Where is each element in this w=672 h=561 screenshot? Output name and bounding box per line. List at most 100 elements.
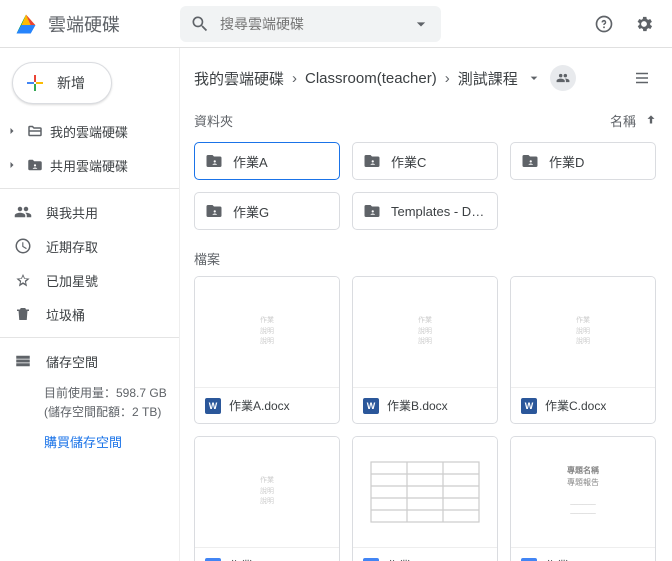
gear-icon — [634, 14, 654, 34]
section-label: 資料夾 — [194, 111, 233, 130]
folder-icon — [205, 152, 223, 170]
file-grid: 作業說明說明 W 作業A.docx 作業說明說明 W 作業B.docx 作業說明說明 W 作業C… — [194, 276, 658, 561]
storage-quota: (儲存空間配額：2 TB) — [44, 403, 179, 422]
sidebar-item-my-drive[interactable]: 我的雲端硬碟 — [0, 114, 169, 148]
file-item[interactable]: 專題名稱專題報告──────────── ≡ 作業G — [510, 436, 656, 561]
folder-grid: 作業A 作業C 作業D 作業G Templates - DO NOT... — [194, 142, 658, 230]
plus-icon — [23, 71, 47, 95]
file-item[interactable]: ≡ 作業E — [352, 436, 498, 561]
sidebar-item-trash[interactable]: 垃圾桶 — [0, 297, 169, 331]
file-thumbnail — [353, 437, 497, 547]
breadcrumb-item[interactable]: 我的雲端硬碟 — [194, 68, 284, 89]
file-name: 作業G — [545, 557, 578, 561]
word-icon: W — [521, 398, 537, 414]
word-icon: W — [205, 398, 221, 414]
file-label-bar: ≡ 作業E — [353, 547, 497, 561]
file-name: 作業C.docx — [545, 397, 606, 414]
sidebar-item-label: 與我共用 — [46, 203, 98, 222]
file-label-bar: W 作業B.docx — [353, 387, 497, 423]
sidebar-item-shared-drives[interactable]: 共用雲端硬碟 — [0, 148, 169, 182]
logo[interactable]: 雲端硬碟 — [12, 10, 172, 38]
folder-icon — [363, 202, 381, 220]
folder-item[interactable]: 作業A — [194, 142, 340, 180]
folder-name: 作業G — [233, 202, 329, 221]
content-area: 我的雲端硬碟 › Classroom(teacher) › 測試課程 資料夾 名… — [180, 48, 672, 561]
word-icon: W — [363, 398, 379, 414]
section-label: 檔案 — [194, 249, 220, 268]
arrow-up-icon — [644, 113, 658, 127]
people-icon — [14, 203, 32, 221]
help-button[interactable] — [588, 8, 620, 40]
file-item[interactable]: 作業說明說明W作業C.docx — [510, 276, 656, 424]
folder-item[interactable]: 作業D — [510, 142, 656, 180]
sidebar-item-recent[interactable]: 近期存取 — [0, 229, 169, 263]
sidebar-item-storage[interactable]: 儲存空間 — [0, 344, 169, 378]
file-thumbnail: 作業說明說明 — [195, 437, 339, 547]
search-icon — [190, 14, 210, 34]
breadcrumb-item[interactable]: Classroom(teacher) — [305, 70, 437, 87]
product-name: 雲端硬碟 — [48, 11, 120, 37]
folder-name: 作業C — [391, 152, 487, 171]
file-item[interactable]: 作業說明說明 ≡ 作業D — [194, 436, 340, 561]
folder-icon — [363, 152, 381, 170]
people-icon — [556, 71, 570, 85]
app-header: 雲端硬碟 — [0, 0, 672, 48]
clock-icon — [14, 237, 32, 255]
file-thumbnail: 作業說明說明 — [195, 277, 339, 387]
file-name: 作業A.docx — [229, 397, 290, 414]
search-input[interactable] — [220, 16, 401, 32]
breadcrumb-item[interactable]: 測試課程 — [458, 68, 518, 89]
sidebar: 新增 我的雲端硬碟 共用雲端硬碟 與我共用 近期存取 已加星號 垃圾桶 — [0, 48, 180, 561]
new-button[interactable]: 新增 — [12, 62, 112, 104]
sort-label: 名稱 — [610, 111, 636, 130]
file-thumbnail: 作業說明說明 — [353, 277, 497, 387]
folder-icon — [205, 202, 223, 220]
file-name: 作業B.docx — [387, 397, 448, 414]
file-name: 作業E — [387, 557, 419, 561]
folder-item[interactable]: 作業G — [194, 192, 340, 230]
settings-button[interactable] — [628, 8, 660, 40]
sidebar-item-label: 我的雲端硬碟 — [50, 122, 128, 141]
help-icon — [594, 14, 614, 34]
file-label-bar: ≡ 作業G — [511, 547, 655, 561]
gdoc-icon: ≡ — [205, 558, 221, 561]
trash-icon — [14, 305, 32, 323]
file-name: 作業D — [229, 557, 262, 561]
file-item[interactable]: 作業說明說明 W 作業A.docx — [194, 276, 340, 424]
sidebar-item-label: 已加星號 — [46, 271, 98, 290]
caret-down-icon[interactable] — [526, 70, 542, 86]
sidebar-item-shared-with-me[interactable]: 與我共用 — [0, 195, 169, 229]
sidebar-item-label: 垃圾桶 — [46, 305, 85, 324]
sidebar-item-label: 近期存取 — [46, 237, 98, 256]
folder-icon — [521, 152, 539, 170]
view-toggle-button[interactable] — [626, 62, 658, 94]
storage-info: 目前使用量：598.7 GB (儲存空間配額：2 TB) — [0, 378, 179, 422]
search-bar[interactable] — [180, 6, 441, 42]
chevron-right-icon — [4, 125, 20, 137]
chevron-right-icon: › — [292, 70, 297, 87]
caret-down-icon[interactable] — [411, 14, 431, 34]
drive-icon — [12, 10, 40, 38]
folder-name: Templates - DO NOT... — [391, 204, 487, 219]
gdoc-icon: ≡ — [521, 558, 537, 561]
new-button-label: 新增 — [57, 73, 85, 93]
list-view-icon — [633, 69, 651, 87]
folder-name: 作業A — [233, 152, 329, 171]
file-label-bar: W 作業A.docx — [195, 387, 339, 423]
folder-item[interactable]: Templates - DO NOT... — [352, 192, 498, 230]
folder-name: 作業D — [549, 152, 645, 171]
file-item[interactable]: 作業說明說明 W 作業B.docx — [352, 276, 498, 424]
breadcrumb: 我的雲端硬碟 › Classroom(teacher) › 測試課程 — [194, 58, 658, 98]
file-thumbnail: 專題名稱專題報告──────────── — [511, 437, 655, 547]
sort-button[interactable]: 名稱 — [610, 111, 658, 130]
my-drive-icon — [26, 122, 44, 140]
storage-icon — [14, 352, 32, 370]
star-icon — [14, 271, 32, 289]
members-badge[interactable] — [550, 65, 576, 91]
sidebar-item-starred[interactable]: 已加星號 — [0, 263, 169, 297]
buy-storage-link[interactable]: 購買儲存空間 — [0, 422, 179, 451]
sidebar-item-label: 儲存空間 — [46, 352, 98, 371]
gdoc-icon: ≡ — [363, 558, 379, 561]
storage-used: 目前使用量：598.7 GB — [44, 384, 179, 403]
folder-item[interactable]: 作業C — [352, 142, 498, 180]
